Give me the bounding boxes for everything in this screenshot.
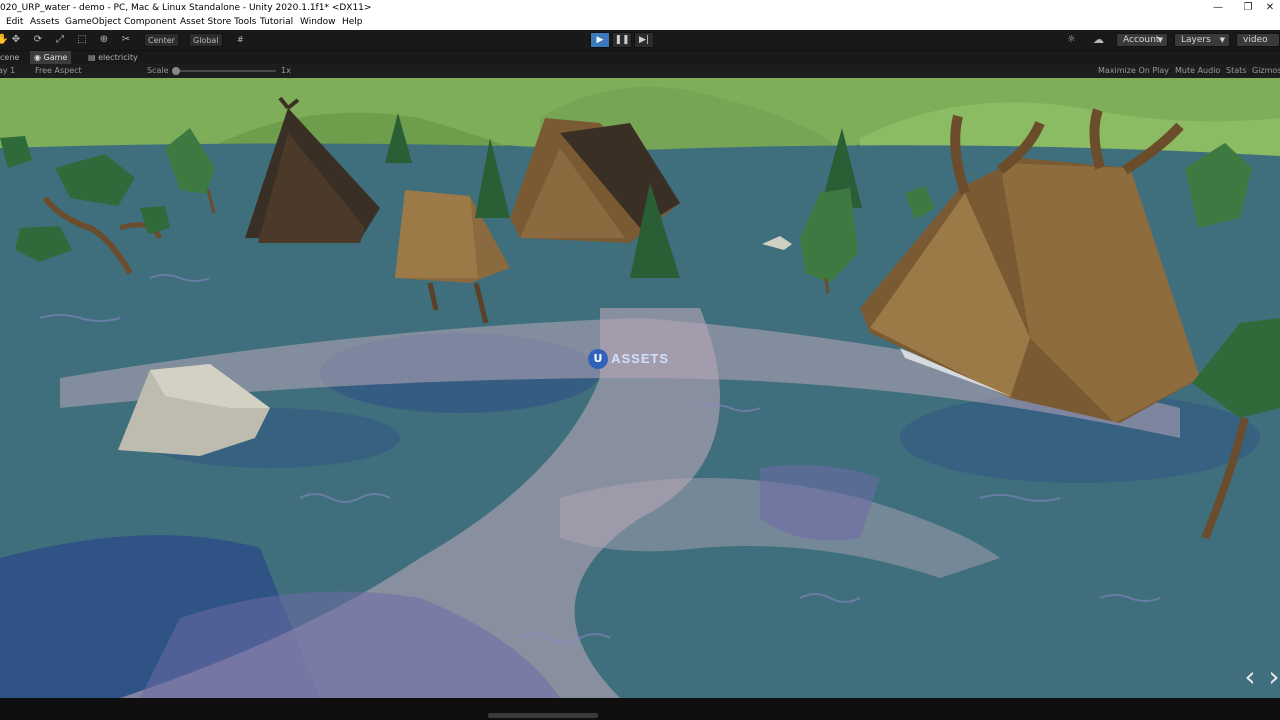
menu-help[interactable]: Help [342, 16, 363, 29]
account-label: Account [1123, 35, 1160, 45]
move-tool-icon[interactable]: ✥ [9, 33, 23, 47]
pause-button[interactable]: ❚❚ [612, 32, 632, 48]
account-dropdown[interactable]: Account ▼ [1116, 33, 1168, 47]
game-view-toolbar: ay 1 Free Aspect Scale 1x Maximize On Pl… [0, 64, 1280, 78]
layers-label: Layers [1181, 35, 1211, 45]
window-title: 020_URP_water - demo - PC, Mac & Linux S… [0, 3, 372, 13]
pivot-global-toggle[interactable]: Global [189, 33, 223, 47]
close-button[interactable]: ✕ [1255, 0, 1280, 16]
chevron-down-icon: ▼ [1157, 36, 1163, 44]
hand-tool-icon[interactable]: ✋ [0, 33, 8, 47]
chevron-right-icon[interactable]: › [1262, 663, 1280, 694]
layout-dropdown[interactable]: video [1236, 33, 1280, 47]
menu-assets[interactable]: Assets [30, 16, 59, 29]
scale-slider-track[interactable] [176, 70, 276, 72]
play-button[interactable]: ▶ [590, 32, 610, 48]
custom-tool-icon[interactable]: ✂ [119, 33, 133, 47]
stats-toggle[interactable]: Stats [1226, 64, 1246, 77]
mute-audio-toggle[interactable]: Mute Audio [1175, 64, 1220, 77]
animation-icon: ▤ [88, 53, 96, 62]
global-label: Global [193, 36, 219, 45]
uassets-watermark: U ASSETS [588, 348, 669, 370]
snap-icon[interactable]: # [234, 33, 247, 47]
scale-value: 1x [281, 66, 291, 75]
tab-scene-label: cene [0, 53, 20, 62]
tab-electricity-label: electricity [98, 53, 138, 62]
chevron-left-icon[interactable]: ‹ [1238, 663, 1262, 694]
menu-window[interactable]: Window [300, 16, 336, 29]
menu-bar: Edit Assets GameObject Component Asset S… [0, 16, 1280, 30]
menu-tutorial[interactable]: Tutorial [260, 16, 293, 29]
game-scene-render [0, 78, 1280, 698]
uassets-logo-badge: U [588, 348, 608, 369]
transform-tool-icon[interactable]: ⊕ [97, 33, 111, 47]
layout-label: video [1243, 35, 1268, 45]
collab-icon[interactable]: ☼ [1064, 33, 1079, 47]
taskbar-handle [488, 713, 598, 718]
display-dropdown[interactable]: ay 1 [0, 64, 15, 77]
step-button[interactable]: ▶| [634, 32, 654, 48]
pivot-center-toggle[interactable]: Center [144, 33, 179, 47]
cloud-icon[interactable]: ☁ [1090, 33, 1107, 47]
menu-edit[interactable]: Edit [6, 16, 23, 29]
status-bar [0, 698, 1280, 720]
gizmos-dropdown[interactable]: Gizmos [1252, 64, 1280, 77]
layers-dropdown[interactable]: Layers ▼ [1174, 33, 1230, 47]
aspect-dropdown[interactable]: Free Aspect [35, 64, 82, 77]
tab-game[interactable]: ◉ Game [30, 51, 72, 65]
game-viewport[interactable]: U ASSETS [0, 78, 1280, 698]
rect-tool-icon[interactable]: ⬚ [75, 33, 89, 47]
center-label: Center [148, 36, 175, 45]
menu-asset-store-tools[interactable]: Asset Store Tools [180, 16, 256, 29]
tab-electricity[interactable]: ▤ electricity [84, 51, 142, 65]
scale-tool-icon[interactable]: ⤢ [53, 33, 67, 47]
minimize-button[interactable]: — [1203, 0, 1233, 16]
menu-gameobject[interactable]: GameObject [65, 16, 121, 29]
uassets-logo-text: ASSETS [611, 351, 670, 366]
view-tab-bar: cene ◉ Game ▤ electricity [0, 50, 1280, 65]
maximize-on-play-toggle[interactable]: Maximize On Play [1098, 64, 1169, 77]
scale-slider-thumb[interactable] [172, 67, 180, 75]
tab-game-label: Game [43, 53, 68, 62]
window-title-bar: 020_URP_water - demo - PC, Mac & Linux S… [0, 0, 1280, 16]
chevron-down-icon: ▼ [1219, 36, 1225, 44]
menu-component[interactable]: Component [124, 16, 176, 29]
game-icon: ◉ [34, 53, 41, 62]
scale-label: Scale [147, 66, 169, 75]
rotate-tool-icon[interactable]: ⟳ [31, 33, 45, 47]
main-toolbar: ✋ ✥ ⟳ ⤢ ⬚ ⊕ ✂ Center Global # ▶ ❚❚ ▶| ☼ … [0, 30, 1280, 50]
tab-scene[interactable]: cene [0, 51, 23, 65]
